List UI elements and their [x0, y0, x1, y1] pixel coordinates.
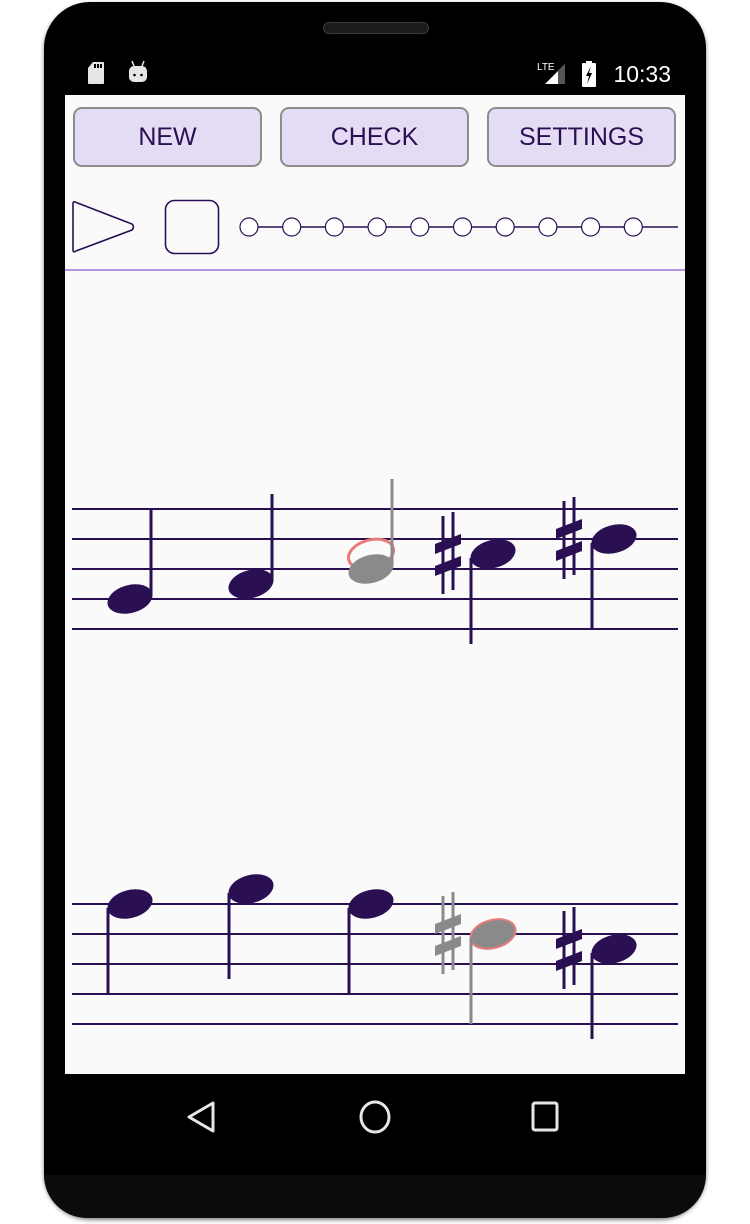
sharp-bar	[556, 519, 582, 539]
note[interactable]	[225, 494, 277, 603]
battery-charging-icon	[582, 61, 596, 87]
progress-step[interactable]	[452, 217, 473, 237]
note-head	[348, 889, 394, 919]
note-head	[107, 889, 153, 919]
score-view	[72, 479, 678, 1039]
note[interactable]	[435, 892, 519, 1024]
status-bar: LTE 10:33	[65, 52, 685, 95]
note[interactable]	[345, 885, 397, 994]
note-head	[469, 918, 517, 950]
sharp-bar	[556, 951, 582, 971]
note-head	[228, 874, 274, 904]
stop-button[interactable]	[164, 199, 220, 255]
progress-step[interactable]	[239, 217, 259, 237]
note-head	[348, 554, 394, 584]
lte-signal-icon	[545, 64, 565, 84]
clock: 10:33	[613, 61, 671, 87]
progress-step[interactable]	[538, 217, 558, 237]
note[interactable]	[104, 885, 156, 994]
stop-icon	[164, 199, 220, 255]
note[interactable]	[556, 907, 640, 1039]
sharp-bar	[435, 556, 461, 576]
recents-button[interactable]	[529, 1100, 563, 1134]
note[interactable]	[225, 870, 277, 979]
sharp-bar	[556, 541, 582, 561]
note-head	[591, 934, 637, 964]
sharp-bar	[435, 936, 461, 956]
progress-step[interactable]	[367, 217, 387, 237]
header-divider	[65, 269, 685, 271]
progress-step[interactable]	[623, 217, 643, 237]
speaker-grille	[323, 22, 429, 34]
navigation-bar	[65, 1074, 685, 1164]
recents-icon	[531, 1101, 559, 1132]
note[interactable]	[345, 479, 397, 588]
sharp-sign	[435, 512, 461, 594]
play-button[interactable]	[71, 198, 137, 256]
play-icon	[72, 200, 135, 253]
progress-step[interactable]	[495, 217, 515, 237]
sharp-sign	[556, 907, 582, 989]
sharp-bar	[435, 534, 461, 554]
progress-track	[239, 217, 678, 237]
home-icon	[359, 1100, 391, 1134]
back-button[interactable]	[185, 1097, 221, 1137]
note[interactable]	[104, 509, 156, 618]
settings-button[interactable]: SETTINGS	[487, 107, 676, 167]
note-head	[470, 539, 516, 569]
note-head	[591, 524, 637, 554]
new-button[interactable]: NEW	[73, 107, 262, 167]
phone-chin	[44, 1175, 706, 1218]
app-screen: NEW CHECK SETTINGS	[65, 95, 685, 1074]
note[interactable]	[435, 512, 519, 644]
note-head	[228, 569, 274, 599]
back-icon	[187, 1101, 215, 1133]
note-head	[107, 584, 153, 614]
sd-card-icon	[88, 62, 104, 84]
progress-step[interactable]	[282, 217, 302, 237]
progress-step[interactable]	[581, 217, 601, 237]
progress-step[interactable]	[324, 217, 345, 237]
sharp-bar	[435, 914, 461, 934]
android-debug-icon	[129, 60, 147, 82]
note[interactable]	[556, 497, 640, 629]
home-button[interactable]	[355, 1097, 395, 1137]
progress-step[interactable]	[410, 217, 430, 237]
check-button[interactable]: CHECK	[280, 107, 469, 167]
staff-2	[72, 870, 678, 1039]
sharp-bar	[556, 929, 582, 949]
staff-1	[72, 479, 678, 644]
